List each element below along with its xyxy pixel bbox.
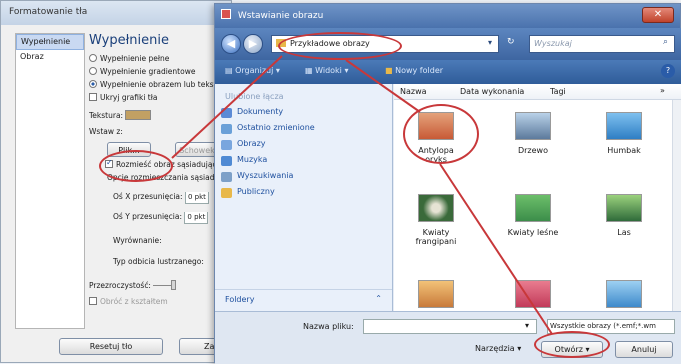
annotation-arrows <box>171 55 553 335</box>
arrow-to-open <box>439 163 553 335</box>
arrow-to-address <box>171 55 283 159</box>
arrow-to-antelope <box>345 59 421 113</box>
